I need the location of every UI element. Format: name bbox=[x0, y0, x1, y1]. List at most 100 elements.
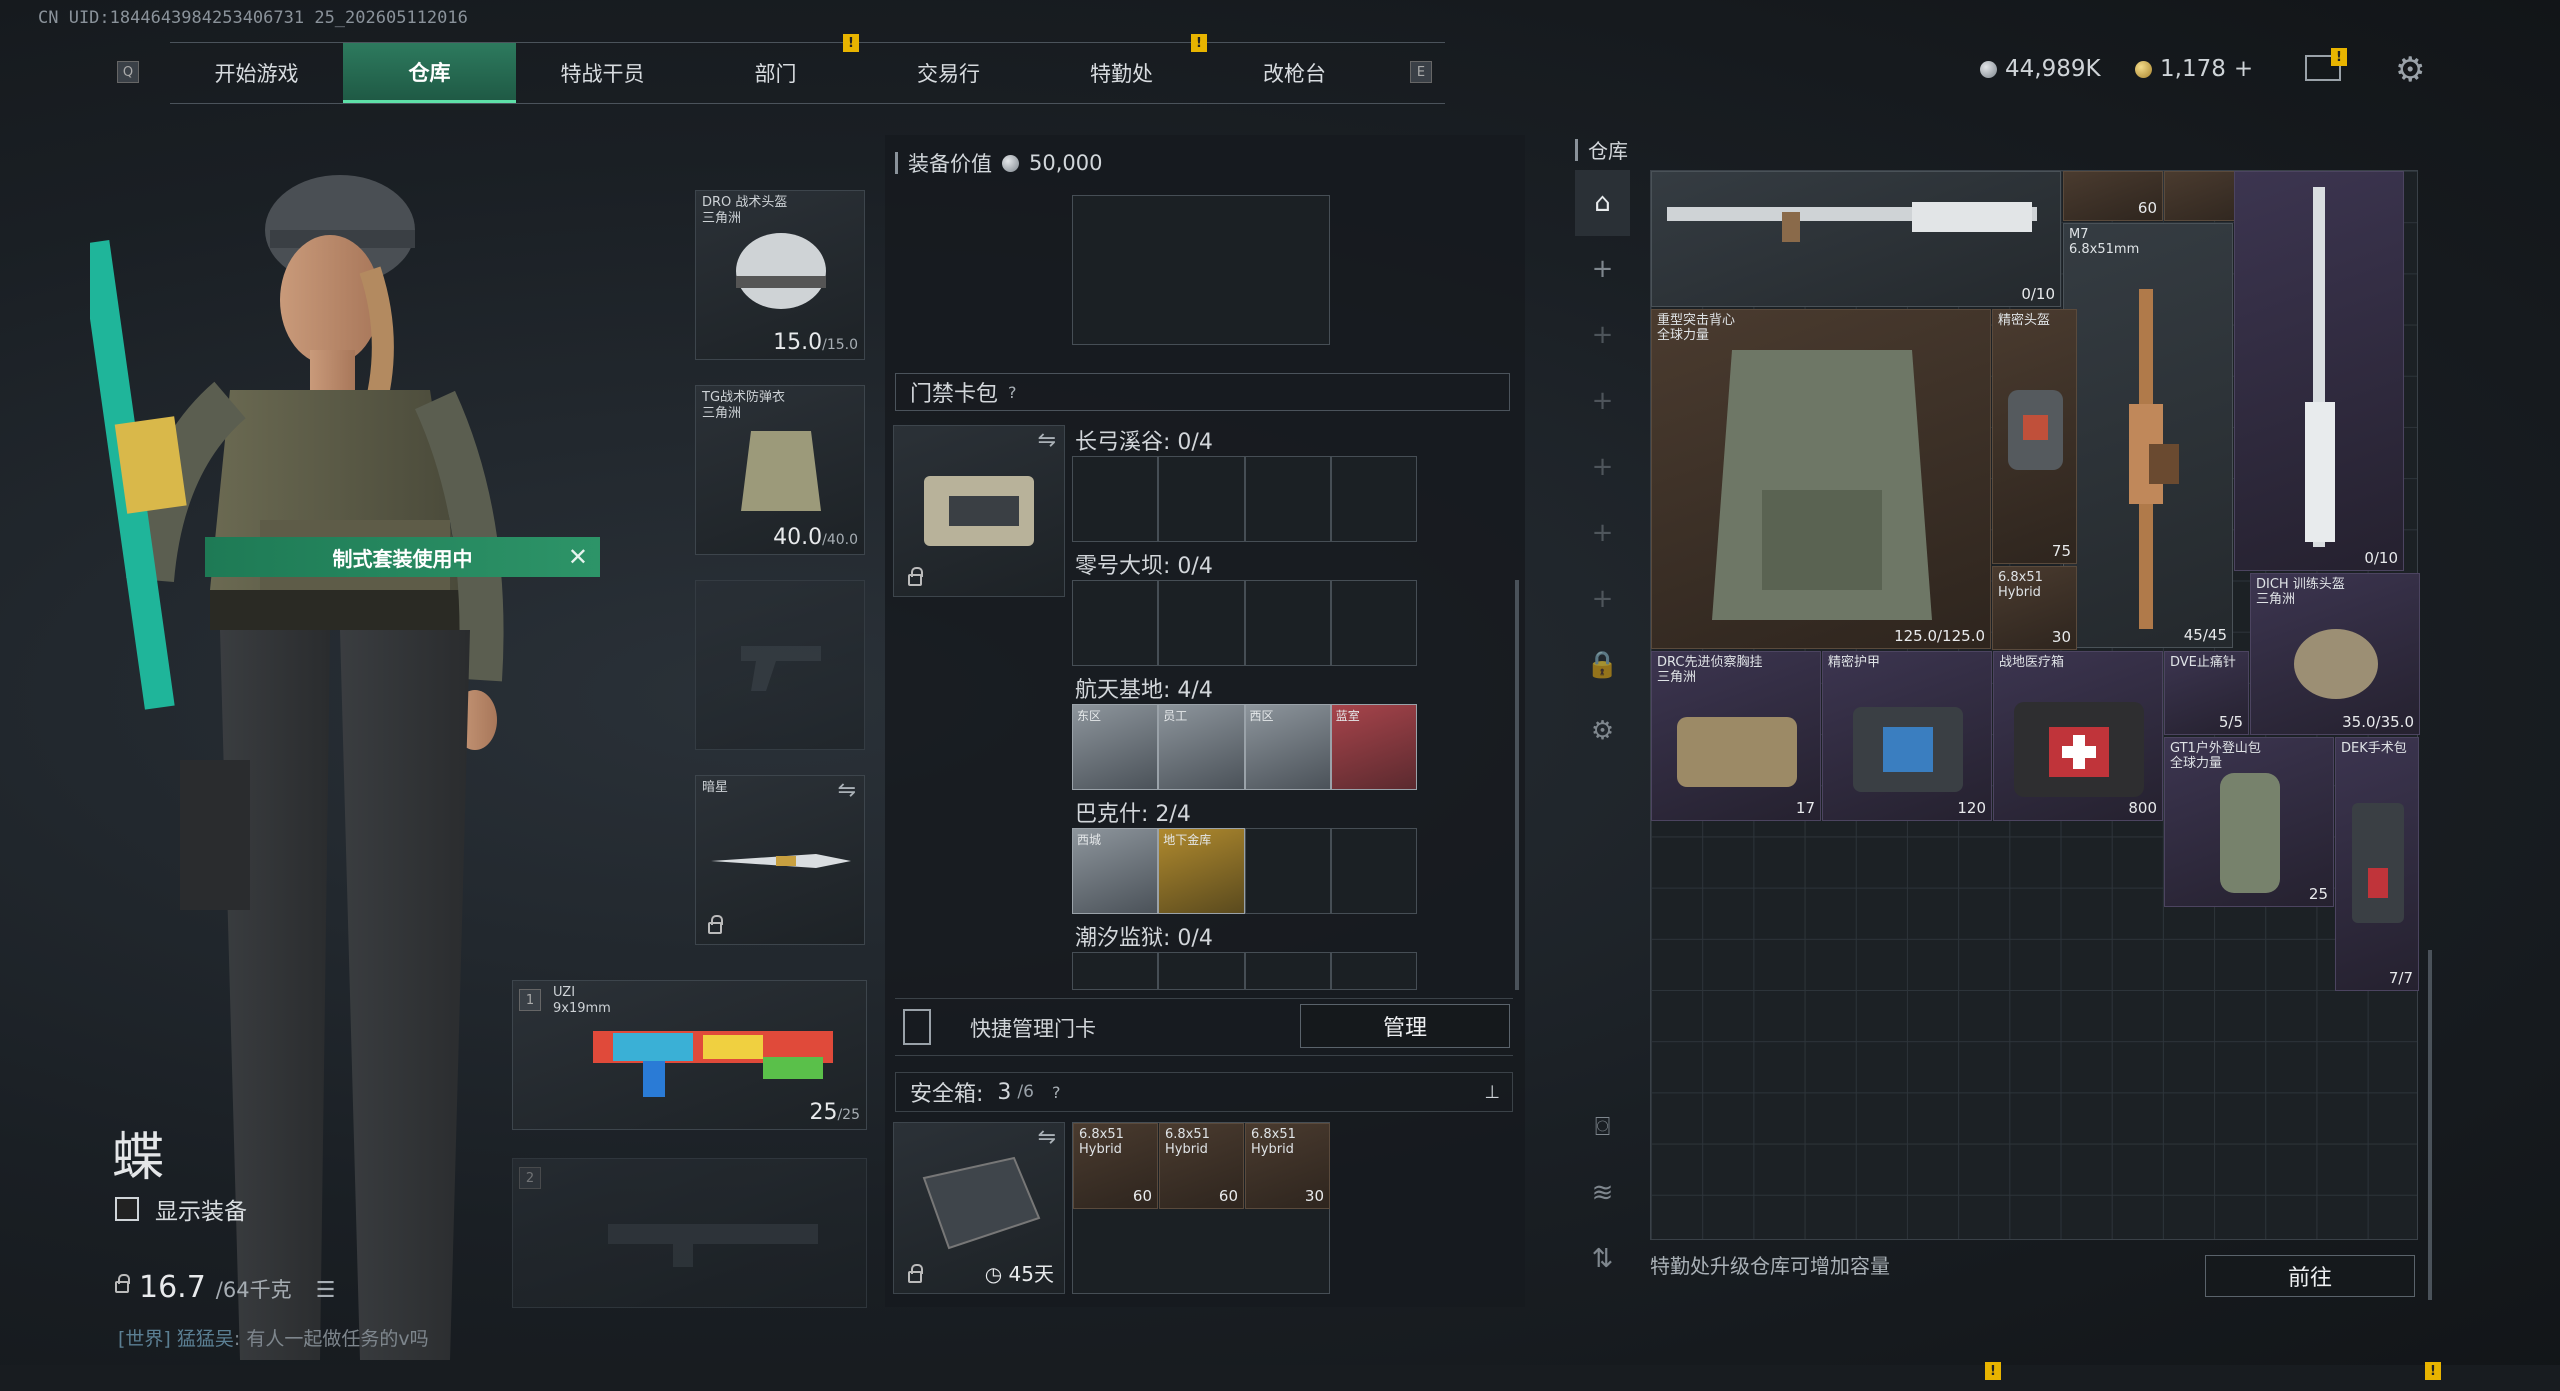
keycard-slot[interactable] bbox=[1072, 952, 1159, 990]
rifle-icon bbox=[1667, 202, 2037, 242]
surgery-kit-item[interactable]: DEK手术包 7/7 bbox=[2335, 737, 2419, 991]
key-hint-q: Q bbox=[117, 61, 139, 83]
lock-icon bbox=[908, 567, 923, 586]
tab-department[interactable]: 部门 bbox=[689, 43, 862, 103]
rifle-item[interactable]: 0/10 bbox=[1651, 171, 2061, 307]
settings-tab-icon[interactable]: ⚙ bbox=[1575, 698, 1630, 764]
keycard-item[interactable]: 蓝室 bbox=[1330, 704, 1417, 790]
keycard-slot[interactable] bbox=[1244, 828, 1331, 914]
close-icon[interactable]: ✕ bbox=[568, 543, 588, 571]
add-tab-icon[interactable]: + bbox=[1575, 434, 1630, 500]
show-equipment-label: 显示装备 bbox=[155, 1199, 247, 1225]
help-icon[interactable]: ? bbox=[1052, 1083, 1061, 1102]
show-equipment-checkbox[interactable] bbox=[115, 1197, 139, 1221]
training-helmet-item[interactable]: DICH 训练头盔 三角洲 35.0/35.0 bbox=[2250, 573, 2420, 735]
inspect-icon[interactable]: ⌼ bbox=[1575, 1094, 1630, 1160]
add-tab-icon[interactable]: + bbox=[1575, 236, 1630, 302]
swap-icon[interactable]: ⇋ bbox=[1038, 1125, 1056, 1150]
keycard-slot[interactable] bbox=[1244, 580, 1331, 666]
add-tab-icon[interactable]: + bbox=[1575, 500, 1630, 566]
keycard-slot[interactable] bbox=[1330, 580, 1417, 666]
ammo-item[interactable]: 6.8x51 Hybrid 30 bbox=[1245, 1123, 1330, 1209]
hiking-backpack-item[interactable]: GT1户外登山包 全球力量 25 bbox=[2164, 737, 2334, 907]
quick-manage-row: 快捷管理门卡 管理 bbox=[895, 998, 1513, 1056]
keycard-slot[interactable] bbox=[1158, 580, 1245, 666]
ammo-item[interactable]: 6.8x51 Hybrid 60 bbox=[1159, 1123, 1244, 1209]
ammo-item[interactable]: 6.8x51 Hybrid 30 bbox=[1992, 566, 2077, 650]
list-icon[interactable]: ☰ bbox=[316, 1278, 336, 1303]
keycard-slot[interactable] bbox=[1072, 580, 1159, 666]
settings-gear-icon[interactable]: ⚙ bbox=[2395, 50, 2425, 90]
painkiller-item[interactable]: DVE止痛针 5/5 bbox=[2164, 651, 2249, 735]
safebox-capacity: /6 bbox=[1017, 1082, 1034, 1102]
layers-icon[interactable]: ≋ bbox=[1575, 1160, 1630, 1226]
warehouse-home-icon[interactable]: ⌂ bbox=[1575, 170, 1630, 236]
helmet-slot[interactable]: DRO 战术头盔 三角洲 15.0/15.0 bbox=[695, 190, 865, 360]
swap-icon[interactable]: ⇋ bbox=[838, 778, 856, 803]
keycard-slot[interactable] bbox=[1072, 456, 1159, 542]
tab-special-ops[interactable]: 特勤处 bbox=[1035, 43, 1208, 103]
m7-rifle-item[interactable]: M7 6.8x51mm 45/45 bbox=[2063, 223, 2233, 648]
keycard-item[interactable]: 西区 bbox=[1244, 704, 1331, 790]
add-tab-icon[interactable]: + bbox=[1575, 302, 1630, 368]
warehouse-scrollbar[interactable] bbox=[2428, 950, 2432, 1300]
armor-slot[interactable]: TG战术防弹衣 三角洲 40.0/40.0 bbox=[695, 385, 865, 555]
keycard-slot[interactable] bbox=[1244, 952, 1331, 990]
backpack-slot-empty[interactable] bbox=[1072, 195, 1330, 345]
primary-weapon-slot[interactable]: 1 UZI 9x19mm 25/25 bbox=[512, 980, 867, 1130]
keycard-wallet-item[interactable]: ⇋ bbox=[893, 425, 1065, 597]
weapon-slot-index: 1 bbox=[519, 989, 541, 1011]
keycard-slot[interactable] bbox=[1244, 456, 1331, 542]
warning-icon: ! bbox=[1985, 1362, 2001, 1380]
equipment-value: 装备价值 50,000 bbox=[895, 148, 1102, 178]
goto-button[interactable]: 前往 bbox=[2205, 1255, 2415, 1297]
white-rifle-item[interactable]: 0/10 bbox=[2234, 171, 2404, 571]
heavy-vest-item[interactable]: 重型突击背心 全球力量 125.0/125.0 bbox=[1651, 309, 1991, 649]
keycard-slot[interactable] bbox=[1330, 952, 1417, 990]
keycard-item[interactable]: 东区 bbox=[1072, 704, 1159, 790]
pistol-slot-empty[interactable] bbox=[695, 580, 865, 750]
standard-loadout-banner: 制式套装使用中 ✕ bbox=[205, 537, 600, 577]
swap-icon[interactable]: ⇋ bbox=[1038, 428, 1056, 453]
melee-slot[interactable]: 暗星 ⇋ bbox=[695, 775, 865, 945]
helmet-durability: 15.0 bbox=[773, 330, 823, 355]
sort-icon[interactable]: ⇅ bbox=[1575, 1226, 1630, 1292]
armor-durability: 40.0 bbox=[773, 525, 823, 550]
tab-operators[interactable]: 特战干员 bbox=[516, 43, 689, 103]
precision-armor-item[interactable]: 精密护甲 120 bbox=[1822, 651, 1992, 821]
show-equipment-toggle[interactable]: 显示装备 bbox=[115, 1192, 247, 1226]
scrollbar[interactable] bbox=[1515, 580, 1519, 990]
safebox-item[interactable]: ⇋ ◷ 45天 bbox=[893, 1122, 1065, 1294]
gold-currency[interactable]: 1,178 + bbox=[2135, 56, 2253, 82]
keycard-item[interactable]: 员工 bbox=[1158, 704, 1245, 790]
add-tab-icon[interactable]: + bbox=[1575, 566, 1630, 632]
ammo-item[interactable]: 60 bbox=[2063, 171, 2163, 221]
tab-warehouse[interactable]: 仓库 bbox=[343, 43, 516, 103]
help-icon[interactable]: ? bbox=[1008, 383, 1017, 402]
medkit-item[interactable]: 战地医疗箱 800 bbox=[1993, 651, 2163, 821]
keycard-slot[interactable] bbox=[1330, 828, 1417, 914]
keycard-item[interactable]: 地下金库 bbox=[1158, 828, 1245, 914]
backpack-icon bbox=[2220, 773, 2280, 893]
tab-gunsmith[interactable]: 改枪台 bbox=[1208, 43, 1381, 103]
add-currency-button[interactable]: + bbox=[2234, 56, 2253, 82]
add-tab-icon[interactable]: + bbox=[1575, 368, 1630, 434]
knife-icon bbox=[711, 854, 851, 868]
region-dam: 零号大坝: 0/4 bbox=[1075, 554, 1213, 579]
keycard-item[interactable]: 西城 bbox=[1072, 828, 1159, 914]
pin-icon[interactable]: ⊥ bbox=[1484, 1082, 1500, 1103]
armor-icon bbox=[741, 431, 821, 511]
recon-rig-item[interactable]: DRC先进侦察胸挂 三角洲 17 bbox=[1651, 651, 1821, 821]
tab-trading[interactable]: 交易行 bbox=[862, 43, 1035, 103]
keycard-slot[interactable] bbox=[1158, 456, 1245, 542]
weapon-name: UZI bbox=[553, 985, 576, 1000]
lock-tab-icon[interactable]: 🔒 bbox=[1575, 632, 1630, 698]
keycard-slot[interactable] bbox=[1330, 456, 1417, 542]
secondary-weapon-slot-empty[interactable]: 2 bbox=[512, 1158, 867, 1308]
precision-helmet-item[interactable]: 精密头盔 75 bbox=[1992, 309, 2077, 564]
tab-start-game[interactable]: 开始游戏 bbox=[170, 43, 343, 103]
ammo-item[interactable]: 6.8x51 Hybrid 60 bbox=[1073, 1123, 1158, 1209]
world-chat-line[interactable]: [世界] 猛猛吴: 有人一起做任务的v吗 bbox=[118, 1324, 429, 1351]
keycard-slot[interactable] bbox=[1158, 952, 1245, 990]
manage-button[interactable]: 管理 bbox=[1300, 1004, 1510, 1048]
